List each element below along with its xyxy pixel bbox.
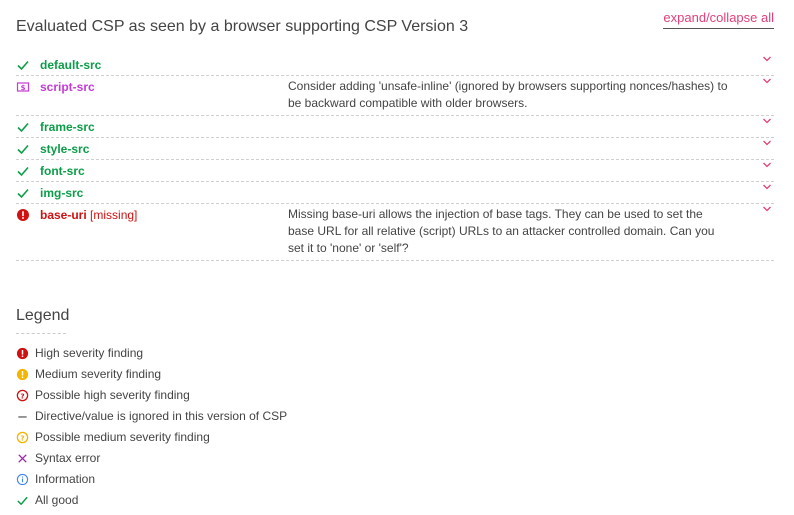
directive-list: default-src $ script-src Consider adding… [16,54,774,261]
legend-label: Medium severity finding [35,367,162,381]
missing-tag: [missing] [90,208,138,222]
medium-severity-icon [16,368,29,381]
legend-label: Syntax error [35,451,101,465]
dollar-box-icon: $ [16,82,30,92]
legend-label: All good [35,493,79,507]
directive-row-default-src[interactable]: default-src [16,54,774,76]
legend-label: Information [35,472,96,486]
high-severity-icon [16,347,29,360]
all-good-icon [17,496,28,506]
high-severity-icon [17,209,29,221]
chevron-down-icon[interactable] [762,117,772,125]
check-icon [17,166,29,177]
directive-name: base-uri [missing] [40,208,137,222]
check-icon [17,122,29,133]
directive-name: script-src [40,80,95,94]
directive-row-img-src[interactable]: img-src [16,182,774,204]
directive-name-text: base-uri [40,208,87,222]
directive-row-style-src[interactable]: style-src [16,138,774,160]
possible-high-severity-icon: ? [16,389,29,402]
directive-description: Missing base-uri allows the injection of… [288,207,715,255]
directive-description: Consider adding 'unsafe-inline' (ignored… [288,79,728,110]
directive-row-font-src[interactable]: font-src [16,160,774,182]
directive-name: style-src [40,142,90,156]
information-icon [16,473,29,486]
ignored-icon [18,416,27,418]
legend-label: Possible medium severity finding [35,430,210,444]
chevron-down-icon[interactable] [762,183,772,191]
chevron-down-icon[interactable] [762,139,772,147]
directive-name: img-src [40,186,84,200]
directive-row-base-uri[interactable]: base-uri [missing] Missing base-uri allo… [16,204,774,261]
directive-name: font-src [40,164,85,178]
check-icon [17,144,29,155]
page-title: Evaluated CSP as seen by a browser suppo… [16,18,469,35]
directive-name: frame-src [40,120,95,134]
possible-medium-severity-icon: ? [16,431,29,444]
directive-row-frame-src[interactable]: frame-src [16,116,774,138]
legend-label: Possible high severity finding [35,388,190,402]
chevron-down-icon[interactable] [762,205,772,213]
directive-name: default-src [40,58,102,72]
legend-label: Directive/value is ignored in this versi… [35,409,288,423]
svg-text:?: ? [20,433,24,442]
legend-title: Legend [16,307,69,334]
svg-text:$: $ [21,84,26,92]
chevron-down-icon[interactable] [762,161,772,169]
check-icon [17,188,29,199]
legend-label: High severity finding [35,346,144,360]
syntax-error-icon [18,454,27,463]
chevron-down-icon[interactable] [762,55,772,63]
svg-text:?: ? [20,391,24,400]
directive-row-script-src[interactable]: $ script-src Consider adding 'unsafe-inl… [16,76,774,116]
expand-collapse-all-link[interactable]: expand/collapse all [663,10,774,29]
check-icon [17,60,29,71]
chevron-down-icon[interactable] [762,77,772,85]
